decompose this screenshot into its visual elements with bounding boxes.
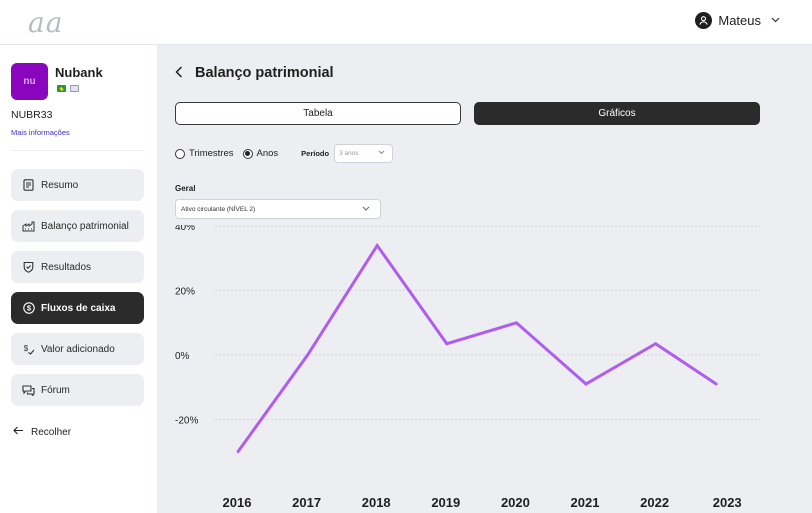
back-icon[interactable] (175, 65, 183, 81)
data-point[interactable] (515, 321, 518, 325)
sidebar-item-label: Fórum (41, 384, 70, 396)
sidebar-item-label: Resumo (41, 179, 79, 191)
filters-row: Trimestres Anos Período 3 anos (175, 144, 394, 163)
sidebar-item-fluxos[interactable]: $ Fluxos de caixa (11, 292, 144, 324)
sidebar: nu Nubank NUBR33 Mais informações Resumo… (0, 45, 157, 513)
page-header: Balanço patrimonial (175, 65, 334, 81)
brazil-flag-icon (57, 85, 66, 92)
period-select[interactable]: 3 anos (334, 144, 394, 163)
company-logo: nu (11, 63, 48, 100)
shield-check-icon (22, 261, 35, 273)
sidebar-nav: Resumo Balanço patrimonial Resultados $ … (11, 169, 144, 415)
user-name: Mateus (718, 13, 761, 28)
divider (11, 150, 144, 151)
chat-icon (22, 384, 35, 396)
sidebar-item-label: Valor adicionado (41, 343, 115, 355)
data-point[interactable] (236, 450, 240, 453)
top-bar: aa Mateus (0, 0, 812, 45)
series-line (236, 242, 718, 453)
collapse-label: Recolher (31, 426, 72, 438)
sidebar-item-label: Balanço patrimonial (41, 220, 129, 232)
x-tick-label: 2023 (713, 495, 742, 510)
sidebar-item-balanco[interactable]: Balanço patrimonial (11, 210, 144, 242)
user-menu[interactable]: Mateus (695, 12, 780, 29)
period-label: Período (301, 149, 330, 158)
page-title: Balanço patrimonial (195, 65, 334, 81)
company-name: Nubank (55, 65, 103, 80)
line-chart: 40% 20% 0% -20% 2016 2017 2018 2019 2020 2021 2022… (175, 225, 760, 510)
more-info-link[interactable]: Mais informações (11, 128, 70, 137)
radio-years-label: Anos (256, 148, 279, 159)
svg-text:$: $ (24, 344, 29, 353)
x-tick-label: 2020 (501, 495, 530, 510)
chevron-down-icon (378, 150, 385, 157)
dollar-arrow-icon: $ (22, 343, 35, 355)
sidebar-item-forum[interactable]: Fórum (11, 374, 144, 406)
y-tick-label: 20% (175, 287, 195, 298)
us-flag-icon (70, 85, 79, 92)
user-avatar-icon (695, 12, 713, 29)
main-content: Balanço patrimonial Tabela Gráficos Trim… (157, 45, 812, 513)
flags (57, 85, 79, 92)
sidebar-item-label: Resultados (41, 261, 92, 273)
chevron-down-icon (362, 206, 370, 213)
group-label: Geral (175, 184, 196, 193)
y-tick-label: -20% (175, 415, 198, 426)
company-ticker: NUBR33 (11, 109, 53, 121)
metric-select[interactable]: Ativo circulante (NÍVEL 2) (175, 199, 381, 219)
x-tick-label: 2017 (292, 495, 321, 510)
sidebar-item-resultados[interactable]: Resultados (11, 251, 144, 283)
metric-value: Ativo circulante (NÍVEL 2) (181, 205, 256, 213)
sidebar-item-label: Fluxos de caixa (41, 302, 116, 314)
data-point[interactable] (306, 353, 309, 357)
x-tick-label: 2022 (640, 495, 669, 510)
sidebar-item-valor-adicionado[interactable]: $ Valor adicionado (11, 333, 144, 365)
arrow-left-icon (13, 426, 24, 438)
radio-years[interactable]: Anos (242, 148, 279, 159)
period-value: 3 anos (339, 150, 359, 157)
data-point[interactable] (375, 244, 379, 247)
radio-quarters-circle[interactable] (175, 148, 185, 159)
y-tick-label: 40% (175, 225, 195, 233)
svg-text:$: $ (26, 304, 31, 313)
dollar-circle-icon: $ (22, 302, 35, 314)
data-point[interactable] (714, 382, 718, 386)
tab-charts[interactable]: Gráficos (474, 102, 760, 125)
radio-quarters-label: Trimestres (189, 148, 234, 159)
data-point[interactable] (584, 382, 588, 386)
radio-quarters[interactable]: Trimestres (175, 148, 234, 159)
collapse-button[interactable]: Recolher (13, 426, 71, 438)
y-tick-label: 0% (175, 351, 190, 362)
sidebar-item-resumo[interactable]: Resumo (11, 169, 144, 201)
chevron-down-icon (771, 15, 780, 26)
factory-icon (22, 221, 35, 232)
app-logo[interactable]: aa (28, 6, 63, 39)
radio-years-circle[interactable] (242, 148, 253, 159)
data-point[interactable] (654, 342, 657, 346)
document-icon (22, 179, 35, 191)
x-tick-label: 2021 (571, 495, 600, 510)
company-card: nu Nubank (11, 63, 151, 100)
x-tick-label: 2018 (362, 495, 391, 510)
data-point[interactable] (445, 342, 449, 346)
x-tick-label: 2016 (223, 495, 252, 510)
x-tick-label: 2019 (431, 495, 460, 510)
tab-table[interactable]: Tabela (175, 102, 461, 125)
